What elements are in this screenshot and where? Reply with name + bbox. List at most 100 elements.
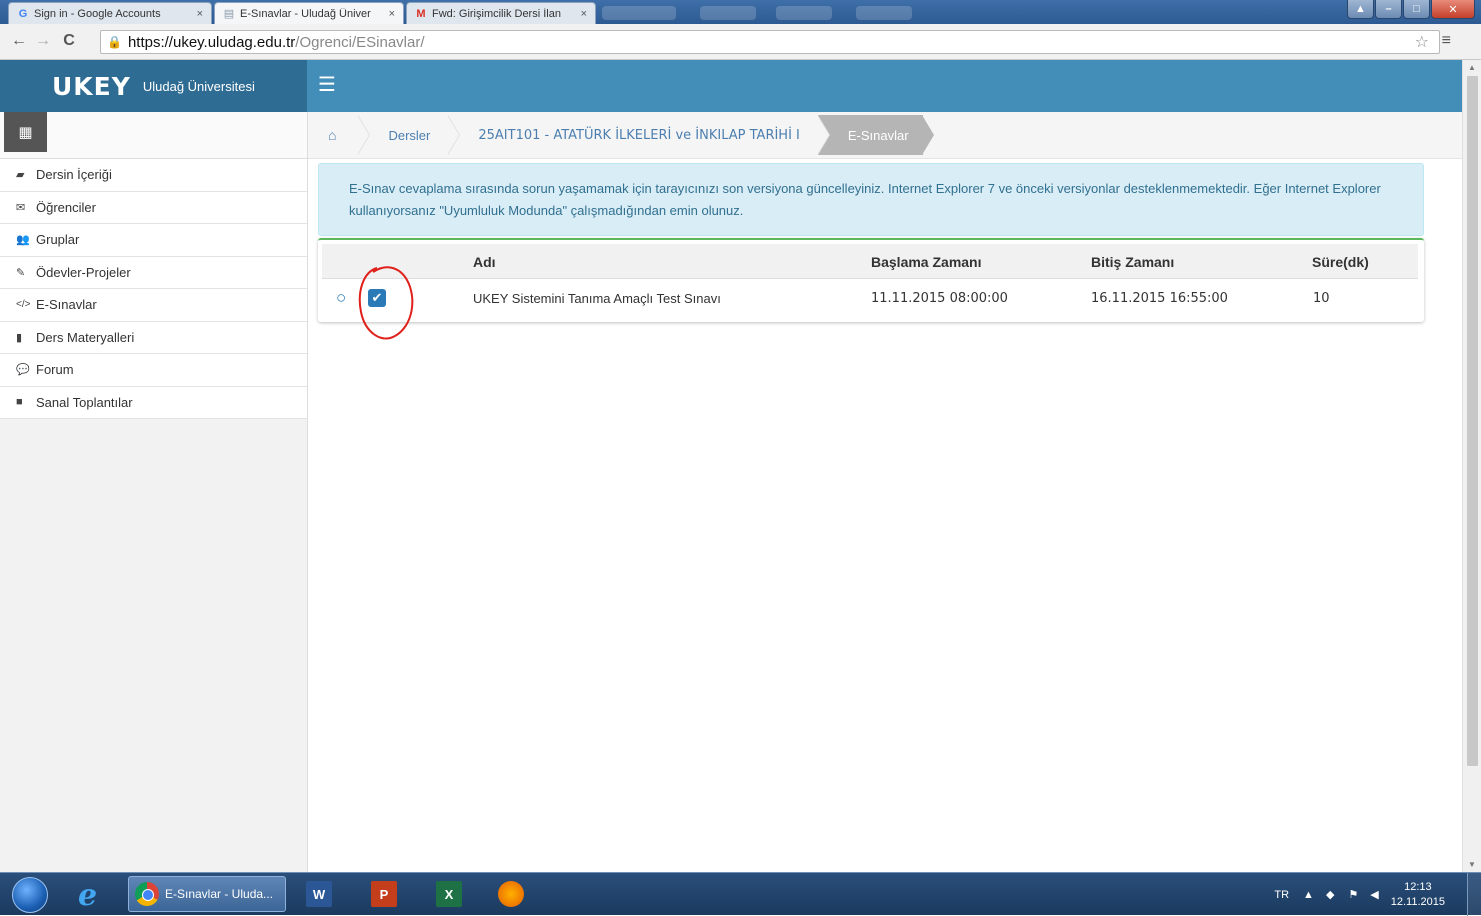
browser-tab-strip: G Sign in - Google Accounts × ▤ E-Sınavl…	[0, 0, 1481, 24]
university-name: Uludağ Üniversitesi	[142, 78, 255, 94]
bookmark-star-icon[interactable]: ☆	[1415, 32, 1429, 52]
exam-start-time: 11.11.2015 08:00:00	[871, 291, 1008, 306]
sidebar-item-sanal-toplantilar[interactable]: ■ Sanal Toplantılar	[0, 386, 307, 419]
ukey-logo: UKEY	[52, 71, 131, 101]
blurred-tab[interactable]	[602, 6, 676, 20]
breadcrumb-label: Dersler	[388, 127, 431, 143]
breadcrumb-label: 25AIT101 - ATATÜRK İLKELERİ ve İNKILAP T…	[478, 127, 800, 143]
tab-label: Sign in - Google Accounts	[34, 7, 161, 20]
comments-icon: 💬	[16, 364, 30, 377]
browser-warning-alert: E-Sınav cevaplama sırasında sorun yaşama…	[318, 163, 1424, 236]
url-host: https://ukey.uludag.edu.tr	[127, 33, 296, 51]
sidebar-item-label: Öğrenciler	[36, 199, 96, 215]
tab-gmail[interactable]: M Fwd: Girişimcilik Dersi İlan ×	[406, 2, 596, 24]
envelope-icon: ✉	[16, 201, 26, 214]
brand[interactable]: UKEY Uludağ Üniversitesi	[0, 60, 307, 112]
google-icon: G	[18, 7, 28, 20]
tab-google-accounts[interactable]: G Sign in - Google Accounts ×	[8, 2, 212, 24]
taskbar-item-label: E-Sınavlar - Uluda...	[165, 887, 274, 901]
sidebar-item-gruplar[interactable]: 👥 Gruplar	[0, 224, 307, 257]
back-icon[interactable]: ←	[10, 32, 28, 50]
alert-text: E-Sınav cevaplama sırasında sorun yaşama…	[349, 181, 1381, 218]
taskbar-item-chrome[interactable]: E-Sınavlar - Uluda...	[128, 876, 286, 912]
breadcrumb-course[interactable]: 25AIT101 - ATATÜRK İLKELERİ ve İNKILAP T…	[448, 115, 830, 155]
sidebar-item-dersin-icerigi[interactable]: ▰ Dersin İçeriği	[0, 159, 307, 192]
browser-toolbar: ← → C 🔒 https://ukey.uludag.edu.tr/Ogren…	[0, 24, 1481, 60]
tab-e-sinavlar[interactable]: ▤ E-Sınavlar - Uludağ Üniver ×	[214, 2, 404, 24]
exam-duration: 10	[1313, 291, 1330, 306]
sidebar-item-label: Forum	[36, 362, 74, 378]
firefox-icon[interactable]	[498, 881, 524, 907]
breadcrumb: ⌂ Dersler 25AIT101 - ATATÜRK İLKELERİ ve…	[308, 112, 1462, 159]
scroll-down-icon[interactable]: ▼	[1468, 860, 1476, 869]
table-header: Adı Başlama Zamanı Bitiş Zamanı Süre(dk)	[322, 244, 1418, 279]
url-path: /Ogrenci/ESinavlar/	[295, 33, 425, 51]
page-scrollbar[interactable]: ▲ ▼	[1462, 60, 1481, 872]
top-navbar: UKEY Uludağ Üniversitesi ☰	[0, 60, 1462, 112]
clock[interactable]: 12:13 12.11.2015	[1391, 880, 1445, 910]
annotation-circle	[358, 266, 414, 340]
action-center-icon[interactable]: ⚑	[1348, 888, 1358, 901]
clock-date: 12.11.2015	[1390, 895, 1445, 908]
hamburger-menu-icon[interactable]: ☰	[318, 75, 340, 95]
sidebar-item-odevler-projeler[interactable]: ✎ Ödevler-Projeler	[0, 256, 307, 289]
browser-menu-icon[interactable]: ≡	[1442, 32, 1451, 50]
clock-time: 12:13	[1404, 880, 1432, 893]
sidebar-item-e-sinavlar[interactable]: </> E-Sınavlar	[0, 289, 307, 322]
sidebar-item-label: Ödevler-Projeler	[36, 264, 131, 280]
chrome-icon	[135, 882, 159, 906]
window-controls: ▲ – □ ✕	[1346, 0, 1475, 20]
blurred-tab[interactable]	[700, 6, 756, 20]
breadcrumb-label: E-Sınavlar	[847, 127, 909, 143]
sidebar-item-label: Sanal Toplantılar	[36, 394, 133, 410]
blurred-tab[interactable]	[856, 6, 912, 20]
book-icon: ▮	[16, 331, 23, 344]
excel-icon[interactable]: X	[436, 881, 462, 907]
table-row: ○ ✔ UKEY Sistemini Tanıma Amaçlı Test Sı…	[322, 280, 1418, 318]
grid-icon[interactable]: ▦	[4, 112, 47, 152]
sidebar-item-label: Ders Materyalleri	[36, 329, 135, 345]
powerpoint-icon[interactable]: P	[371, 881, 397, 907]
forward-icon[interactable]: →	[34, 32, 52, 50]
sidebar-shortcuts: ▦	[0, 112, 307, 159]
code-icon: </>	[16, 299, 31, 311]
windows-taskbar: e E-Sınavlar - Uluda... W P X TR ▲ ◆ ⚑ ◀…	[0, 872, 1481, 916]
scrollbar-thumb[interactable]	[1467, 76, 1478, 766]
page-icon: ▤	[223, 8, 235, 20]
column-header-end: Bitiş Zamanı	[1091, 254, 1175, 270]
minimize-icon[interactable]: –	[1375, 0, 1402, 19]
column-header-name: Adı	[473, 254, 496, 270]
breadcrumb-current: E-Sınavlar	[817, 115, 934, 155]
folder-open-icon: ▰	[16, 169, 25, 182]
users-icon: 👥	[16, 234, 30, 247]
tab-label: Fwd: Girişimcilik Dersi İlan	[432, 7, 561, 20]
network-icon[interactable]: ◆	[1326, 888, 1334, 901]
user-icon[interactable]: ▲	[1347, 0, 1374, 19]
close-icon[interactable]: ×	[389, 8, 395, 20]
start-button-icon[interactable]	[12, 877, 48, 913]
close-icon[interactable]: ×	[581, 8, 587, 20]
address-bar[interactable]: 🔒 https://ukey.uludag.edu.tr/Ogrenci/ESi…	[100, 30, 1440, 54]
exam-name: UKEY Sistemini Tanıma Amaçlı Test Sınavı	[473, 291, 721, 306]
column-header-start: Başlama Zamanı	[871, 254, 982, 270]
scroll-up-icon[interactable]: ▲	[1468, 63, 1476, 72]
close-icon[interactable]: ×	[197, 8, 203, 20]
sidebar-item-label: Dersin İçeriği	[36, 167, 112, 183]
sidebar-item-ders-materyalleri[interactable]: ▮ Ders Materyalleri	[0, 321, 307, 354]
volume-icon[interactable]: ◀	[1370, 888, 1378, 901]
internet-explorer-icon[interactable]: e	[78, 878, 97, 913]
blurred-tab[interactable]	[776, 6, 832, 20]
window-close-icon[interactable]: ✕	[1431, 0, 1475, 19]
breadcrumb-home[interactable]: ⌂	[308, 115, 372, 155]
sidebar-item-forum[interactable]: 💬 Forum	[0, 354, 307, 387]
exams-table-card: Adı Başlama Zamanı Bitiş Zamanı Süre(dk)…	[318, 238, 1424, 322]
maximize-icon[interactable]: □	[1403, 0, 1430, 19]
word-icon[interactable]: W	[306, 881, 332, 907]
show-desktop-button[interactable]	[1467, 873, 1481, 916]
reload-icon[interactable]: C	[60, 32, 78, 50]
search-icon[interactable]: ○	[336, 288, 354, 307]
show-hidden-icons-icon[interactable]: ▲	[1303, 889, 1314, 901]
language-indicator[interactable]: TR	[1274, 889, 1289, 901]
breadcrumb-dersler[interactable]: Dersler	[358, 115, 461, 155]
sidebar-item-ogrenciler[interactable]: ✉ Öğrenciler	[0, 191, 307, 224]
